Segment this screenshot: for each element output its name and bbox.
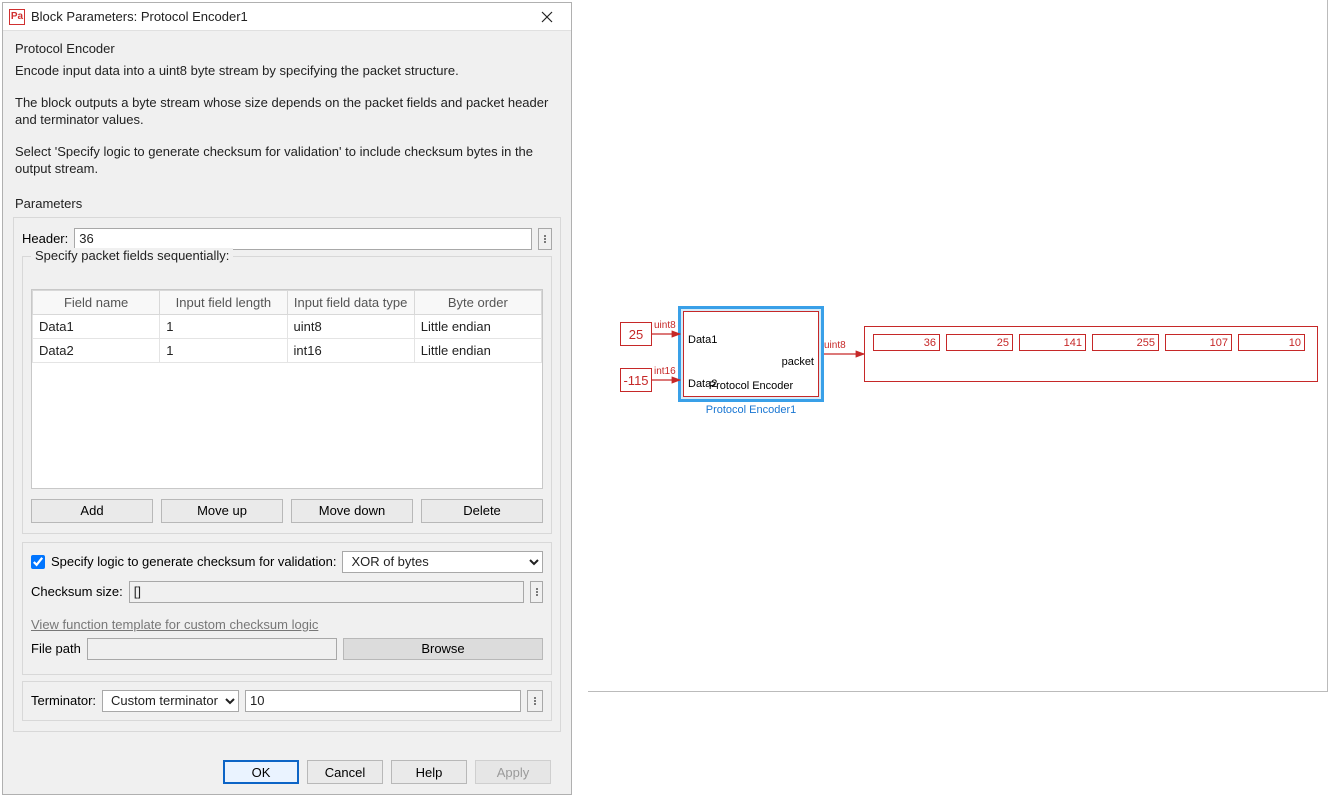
move-up-button[interactable]: Move up [161, 499, 283, 523]
input-port-1-label: Data1 [688, 334, 717, 346]
display-cell: 36 [873, 334, 940, 351]
cell-field-name[interactable]: Data2 [33, 338, 160, 362]
terminator-panel: Terminator: Custom terminator [22, 681, 552, 721]
packet-fields-table[interactable]: Field name Input field length Input fiel… [31, 289, 543, 489]
terminator-label: Terminator: [31, 693, 96, 708]
description-1: Encode input data into a uint8 byte stre… [15, 62, 559, 80]
view-template-link[interactable]: View function template for custom checks… [31, 617, 318, 632]
cell-field-name[interactable]: Data1 [33, 314, 160, 338]
output-port-label: packet [782, 356, 814, 368]
cell-byte-order[interactable]: Little endian [414, 314, 541, 338]
dialog-footer: OK Cancel Help Apply [13, 750, 561, 794]
checksum-check-row: Specify logic to generate checksum for v… [31, 551, 543, 573]
dialog-title: Block Parameters: Protocol Encoder1 [31, 9, 527, 24]
display-cell: 255 [1092, 334, 1159, 351]
close-icon [541, 11, 553, 23]
display-cell: 141 [1019, 334, 1086, 351]
constant-block-2[interactable]: -115 [620, 368, 652, 392]
dialog-body: Protocol Encoder Encode input data into … [3, 31, 571, 794]
constant-value: -115 [623, 373, 648, 388]
ok-button[interactable]: OK [223, 760, 299, 784]
col-field-dtype: Input field data type [287, 290, 414, 314]
checksum-panel: Specify logic to generate checksum for v… [22, 542, 552, 675]
checksum-size-row: Checksum size: [31, 581, 543, 603]
checksum-size-more-button[interactable] [530, 581, 543, 603]
terminator-more-button[interactable] [527, 690, 543, 712]
table-row[interactable]: Data2 1 int16 Little endian [33, 338, 542, 362]
checksum-check-label: Specify logic to generate checksum for v… [51, 554, 336, 569]
titlebar: Pa Block Parameters: Protocol Encoder1 [3, 3, 571, 31]
display-cell: 10 [1238, 334, 1305, 351]
cell-field-length[interactable]: 1 [160, 338, 287, 362]
apply-button: Apply [475, 760, 551, 784]
packet-fields-legend: Specify packet fields sequentially: [31, 248, 233, 263]
parameters-label: Parameters [15, 196, 561, 211]
block-parameters-dialog: Pa Block Parameters: Protocol Encoder1 P… [2, 2, 572, 795]
add-button[interactable]: Add [31, 499, 153, 523]
output-signal-type-label: uint8 [824, 340, 846, 351]
col-field-length: Input field length [160, 290, 287, 314]
display-cell: 25 [946, 334, 1013, 351]
help-button[interactable]: Help [391, 760, 467, 784]
checksum-size-input [129, 581, 525, 603]
cell-field-length[interactable]: 1 [160, 314, 287, 338]
terminator-value-input[interactable] [245, 690, 521, 712]
file-path-row: File path Browse [31, 638, 543, 660]
cell-field-dtype[interactable]: uint8 [287, 314, 414, 338]
close-button[interactable] [527, 4, 567, 30]
table-buttons-row: Add Move up Move down Delete [31, 499, 543, 523]
protocol-encoder-inner: Data1 Data2 packet Protocol Encoder [683, 311, 819, 397]
checksum-mode-select[interactable]: XOR of bytes [342, 551, 543, 573]
terminator-row: Terminator: Custom terminator [31, 690, 543, 712]
header-label: Header: [22, 231, 68, 246]
col-byte-order: Byte order [414, 290, 541, 314]
header-input[interactable] [74, 228, 532, 250]
description-3: Select 'Specify logic to generate checks… [15, 143, 559, 178]
block-inner-title: Protocol Encoder [684, 380, 818, 392]
simulink-canvas[interactable]: 25 uint8 -115 int16 Data1 Data2 packet P… [588, 0, 1328, 692]
block-type-title: Protocol Encoder [15, 41, 561, 56]
file-path-label: File path [31, 641, 81, 656]
signal-type-label: int16 [654, 366, 676, 377]
display-block[interactable]: 36 25 141 255 107 10 [864, 326, 1318, 382]
browse-button[interactable]: Browse [343, 638, 543, 660]
constant-value: 25 [629, 327, 643, 342]
packet-fields-group: Specify packet fields sequentially: Fiel… [22, 256, 552, 534]
cell-byte-order[interactable]: Little endian [414, 338, 541, 362]
description-2: The block outputs a byte stream whose si… [15, 94, 559, 129]
cell-field-dtype[interactable]: int16 [287, 338, 414, 362]
signal-type-label: uint8 [654, 320, 676, 331]
header-row: Header: [22, 228, 552, 250]
table-row[interactable]: Data1 1 uint8 Little endian [33, 314, 542, 338]
move-down-button[interactable]: Move down [291, 499, 413, 523]
app-icon: Pa [9, 9, 25, 25]
display-cell: 107 [1165, 334, 1232, 351]
constant-block-1[interactable]: 25 [620, 322, 652, 346]
checksum-checkbox[interactable] [31, 555, 45, 569]
file-path-input [87, 638, 337, 660]
col-field-name: Field name [33, 290, 160, 314]
terminator-mode-select[interactable]: Custom terminator [102, 690, 239, 712]
header-more-button[interactable] [538, 228, 552, 250]
delete-button[interactable]: Delete [421, 499, 543, 523]
parameters-panel: Header: Specify packet fields sequential… [13, 217, 561, 732]
checksum-size-label: Checksum size: [31, 584, 123, 599]
block-name-label: Protocol Encoder1 [678, 404, 824, 416]
cancel-button[interactable]: Cancel [307, 760, 383, 784]
protocol-encoder-block[interactable]: Data1 Data2 packet Protocol Encoder [678, 306, 824, 402]
